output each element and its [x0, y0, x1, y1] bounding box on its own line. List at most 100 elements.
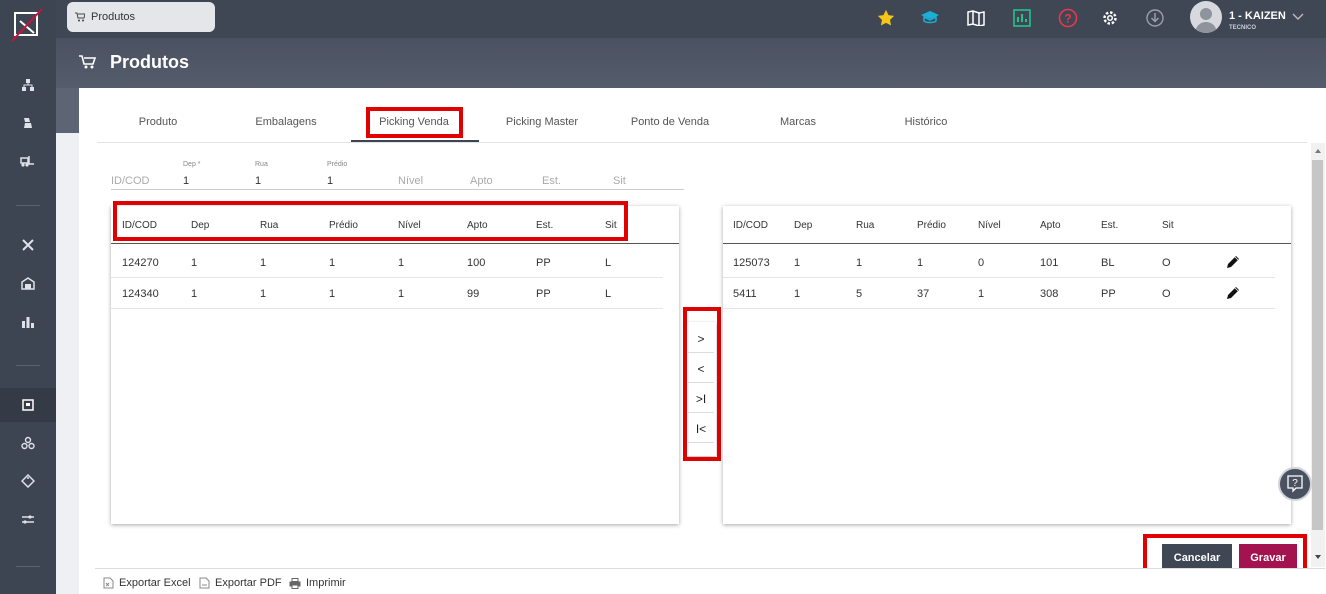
download-icon[interactable] — [1143, 6, 1167, 30]
tab-ponto-de-venda[interactable]: Ponto de Venda — [631, 116, 709, 128]
table-cell: 124270 — [122, 257, 159, 269]
sidebar-divider — [16, 205, 40, 206]
table-cell: 308 — [1040, 288, 1059, 300]
available-locations-table: ID/COD Dep Rua Prédio Nível Apto Est. Si… — [111, 206, 679, 524]
sliders-icon[interactable] — [14, 506, 42, 532]
export-pdf-label: Exportar PDF — [215, 577, 282, 589]
table-cell: 124340 — [122, 288, 159, 300]
filter-rua-field[interactable]: 1 — [255, 175, 261, 187]
filter-nivel-field[interactable]: Nível — [398, 175, 423, 187]
logo[interactable] — [8, 7, 48, 43]
chart-icon[interactable] — [1010, 6, 1034, 30]
help-chat-button[interactable]: ? — [1278, 467, 1312, 501]
edit-pencil-icon[interactable] — [1225, 285, 1241, 306]
table-cell: 1 — [978, 288, 985, 300]
tab-produto[interactable]: Produto — [139, 116, 178, 128]
table-row[interactable]: 125073 1 1 1 0 101 BL O — [723, 247, 1275, 278]
excel-file-icon — [103, 577, 114, 589]
scrollbar-thumb[interactable] — [1312, 160, 1323, 530]
assigned-locations-table: ID/COD Dep Rua Prédio Nível Apto Est. Si… — [723, 206, 1291, 524]
export-pdf-button[interactable]: Exportar PDF — [199, 577, 282, 589]
filter-idcod-field[interactable]: ID/COD — [111, 175, 150, 187]
table-cell: 5 — [856, 288, 863, 300]
avatar[interactable] — [1190, 1, 1222, 33]
worker-icon[interactable] — [14, 110, 42, 136]
forklift-icon[interactable] — [14, 148, 42, 174]
star-icon[interactable] — [874, 6, 898, 30]
page-title: Produtos — [110, 52, 189, 72]
footer-toolbar: Exportar Excel Exportar PDF Imprimir — [95, 568, 1325, 594]
table-cell: BL — [1101, 257, 1115, 269]
open-tab-label: Produtos — [91, 11, 136, 23]
table-cell: 37 — [917, 288, 930, 300]
tab-embalagens[interactable]: Embalagens — [255, 116, 316, 128]
print-button[interactable]: Imprimir — [289, 577, 346, 589]
open-tab-chip[interactable]: Produtos — [67, 2, 215, 32]
scroll-down-icon[interactable] — [1311, 551, 1325, 563]
help-circle-icon[interactable]: ? — [1056, 6, 1080, 30]
filter-est-field[interactable]: Est. — [542, 175, 561, 187]
warehouse-icon[interactable] — [14, 270, 42, 296]
active-tab-indicator — [351, 140, 479, 142]
table-cell: 1 — [260, 288, 267, 300]
edit-pencil-icon[interactable] — [1225, 254, 1241, 275]
tab-picking-master[interactable]: Picking Master — [506, 116, 578, 128]
table-cell: 1 — [329, 288, 336, 300]
product-box-icon[interactable] — [14, 392, 42, 418]
table-cell: O — [1162, 288, 1171, 300]
column-header[interactable]: Apto — [1040, 220, 1061, 231]
scroll-up-icon[interactable] — [1311, 145, 1325, 157]
table-cell: 5411 — [733, 288, 757, 300]
svg-text:?: ? — [1292, 478, 1298, 489]
table-cell: PP — [536, 257, 551, 269]
table-row[interactable]: 124270 1 1 1 1 100 PP L — [111, 247, 663, 278]
sitemap-icon[interactable] — [14, 72, 42, 98]
table-cell: 1 — [856, 257, 863, 269]
column-header[interactable]: ID/COD — [733, 220, 768, 231]
highlight-left-header — [113, 201, 628, 241]
filter-rua-label: Rua — [255, 161, 268, 168]
table-cell: 1 — [329, 257, 336, 269]
print-label: Imprimir — [306, 577, 346, 589]
column-header[interactable]: Prédio — [917, 220, 946, 231]
map-icon[interactable] — [964, 6, 988, 30]
table-cell: 125073 — [733, 257, 770, 269]
sidebar-divider — [16, 365, 40, 366]
cart-icon — [79, 54, 97, 75]
filter-sit-field[interactable]: Sit — [613, 175, 626, 187]
table-header: ID/COD Dep Rua Prédio Nível Apto Est. Si… — [723, 206, 1291, 244]
table-cell: PP — [1101, 288, 1116, 300]
table-cell: 1 — [794, 288, 801, 300]
column-header[interactable]: Nível — [978, 220, 1001, 231]
table-cell: 1 — [398, 257, 405, 269]
column-header[interactable]: Rua — [856, 220, 874, 231]
table-cell: 1 — [191, 257, 198, 269]
tab-marcas[interactable]: Marcas — [780, 116, 816, 128]
filter-underline — [111, 189, 684, 190]
table-row[interactable]: 124340 1 1 1 1 99 PP L — [111, 278, 663, 309]
filter-predio-field[interactable]: 1 — [327, 175, 333, 187]
filter-dep-field[interactable]: 1 — [183, 175, 189, 187]
filter-dep-label: Dep * — [183, 161, 201, 168]
filter-apto-field[interactable]: Apto — [470, 175, 493, 187]
chevron-down-icon[interactable] — [1292, 9, 1304, 27]
table-cell: L — [605, 288, 612, 300]
column-header[interactable]: Sit — [1162, 220, 1174, 231]
table-row[interactable]: 5411 1 5 37 1 308 PP O — [723, 278, 1275, 309]
table-cell: 100 — [467, 257, 486, 269]
column-header[interactable]: Est. — [1101, 220, 1118, 231]
table-cell: 0 — [978, 257, 985, 269]
tab-historico[interactable]: Histórico — [905, 116, 948, 128]
export-excel-button[interactable]: Exportar Excel — [103, 577, 191, 589]
bar-chart-icon[interactable] — [14, 309, 42, 335]
cubes-icon[interactable] — [14, 430, 42, 456]
tag-icon[interactable] — [14, 468, 42, 494]
column-header[interactable]: Dep — [794, 220, 812, 231]
graduation-cap-icon[interactable] — [918, 6, 942, 30]
user-name[interactable]: 1 - KAIZEN — [1229, 10, 1286, 22]
sidebar — [0, 0, 56, 594]
gear-icon[interactable] — [1098, 6, 1122, 30]
tools-icon[interactable] — [14, 232, 42, 258]
table-cell: 1 — [191, 288, 198, 300]
table-cell: O — [1162, 257, 1171, 269]
